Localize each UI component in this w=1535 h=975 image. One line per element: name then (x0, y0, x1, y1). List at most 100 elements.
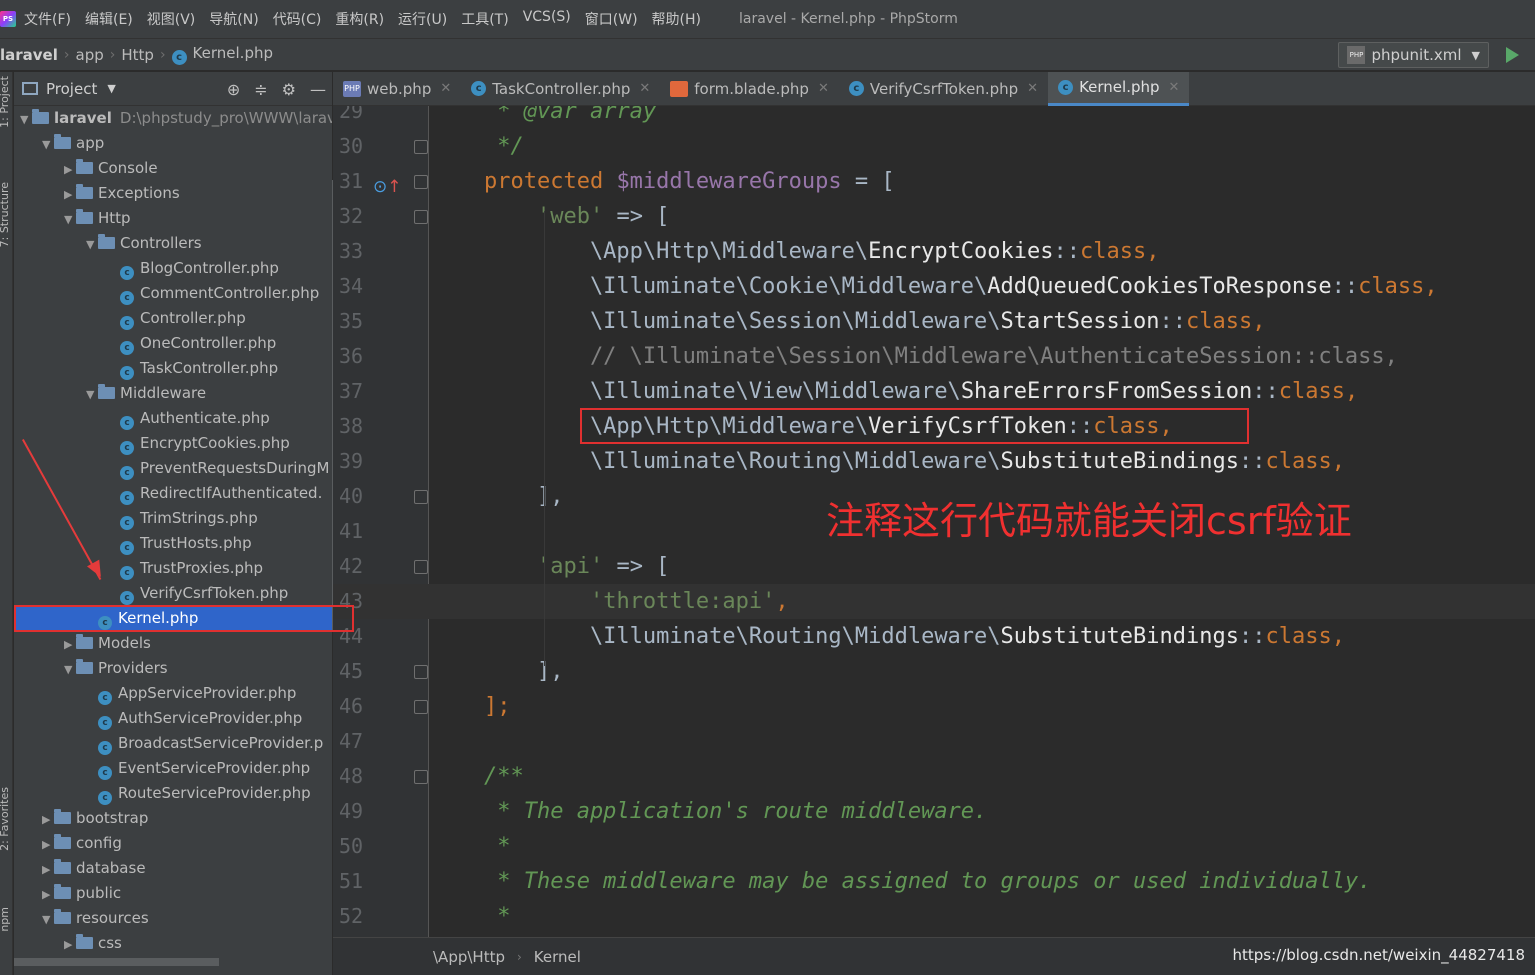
editor-tab[interactable]: PHP web.php ✕ (333, 72, 461, 106)
chevron-right-icon[interactable]: ▶ (64, 182, 76, 207)
breadcrumb-http[interactable]: Http (121, 46, 154, 64)
fold-marker-icon[interactable] (414, 140, 428, 154)
tree-file[interactable]: c TaskController.php (14, 356, 332, 381)
tree-folder[interactable]: ▶ database (14, 856, 332, 881)
tree-file[interactable]: c Controller.php (14, 306, 332, 331)
tree-file[interactable]: c RedirectIfAuthenticated. (14, 481, 332, 506)
tree-file[interactable]: c TrustProxies.php (14, 556, 332, 581)
fold-marker-icon[interactable] (414, 560, 428, 574)
chevron-right-icon[interactable]: ▶ (64, 632, 76, 657)
gear-icon[interactable]: ⚙ (282, 80, 296, 99)
menu-item[interactable]: 导航(N) (209, 9, 258, 29)
tree-file[interactable]: c OneController.php (14, 331, 332, 356)
tree-folder[interactable]: ▶ Models (14, 631, 332, 656)
tree-file[interactable]: c RouteServiceProvider.php (14, 781, 332, 806)
tree-folder[interactable]: ▼ Middleware (14, 381, 332, 406)
breadcrumb-file[interactable]: c Kernel.php (171, 44, 273, 65)
project-panel-title[interactable]: Project (46, 80, 97, 98)
chevron-right-icon[interactable]: ▶ (42, 857, 54, 882)
footer-crumb-namespace[interactable]: \App\Http (433, 948, 505, 966)
tree-file[interactable]: c AuthServiceProvider.php (14, 706, 332, 731)
close-icon[interactable]: ✕ (1169, 80, 1180, 95)
overrides-marker-icon[interactable]: ⊙↑ (373, 177, 402, 197)
tool-tab-structure[interactable]: 7: Structure (0, 182, 11, 247)
chevron-right-icon[interactable]: ▶ (42, 807, 54, 832)
chevron-down-icon[interactable]: ▼ (64, 207, 76, 232)
chevron-down-icon[interactable]: ▼ (42, 907, 54, 932)
tree-file[interactable]: c CommentController.php (14, 281, 332, 306)
menu-item[interactable]: 帮助(H) (652, 9, 701, 29)
footer-crumb-class[interactable]: Kernel (534, 948, 581, 966)
line-number: 34 (339, 274, 364, 298)
tree-folder[interactable]: ▶ public (14, 881, 332, 906)
menu-item[interactable]: 运行(U) (398, 9, 447, 29)
chevron-down-icon[interactable]: ▼ (42, 132, 54, 157)
fold-marker-icon[interactable] (414, 175, 428, 189)
tool-tab-npm[interactable]: npm (0, 907, 11, 932)
chevron-right-icon[interactable]: ▶ (64, 932, 76, 957)
chevron-right-icon[interactable]: ▶ (42, 882, 54, 907)
tree-root[interactable]: ▼ laravel D:\phpstudy_pro\WWW\larav (14, 106, 332, 131)
chevron-down-icon[interactable]: ▼ (86, 232, 98, 257)
close-icon[interactable]: ✕ (639, 81, 650, 96)
code-line: 43 'throttle:api', (333, 584, 1535, 619)
run-config-select[interactable]: PHP phpunit.xml ▼ (1338, 42, 1489, 68)
tree-folder[interactable]: ▶ Console (14, 156, 332, 181)
code-editor[interactable]: 29 * @var array 30 */31 protected $middle… (333, 106, 1535, 937)
chevron-down-icon[interactable]: ▼ (86, 382, 98, 407)
tree-folder[interactable]: ▼ app (14, 131, 332, 156)
close-icon[interactable]: ✕ (440, 81, 451, 96)
tree-folder[interactable]: ▼ Providers (14, 656, 332, 681)
editor-tab[interactable]: c Kernel.php ✕ (1048, 71, 1190, 106)
tree-file[interactable]: c TrustHosts.php (14, 531, 332, 556)
collapse-all-icon[interactable]: ≑ (254, 80, 267, 99)
menu-item[interactable]: VCS(S) (523, 9, 571, 29)
fold-marker-icon[interactable] (414, 490, 428, 504)
tree-file[interactable]: c EncryptCookies.php (14, 431, 332, 456)
tree-folder[interactable]: ▶ config (14, 831, 332, 856)
tree-file[interactable]: c BroadcastServiceProvider.p (14, 731, 332, 756)
chevron-down-icon[interactable]: ▼ (64, 657, 76, 682)
fold-marker-icon[interactable] (414, 665, 428, 679)
tool-tab-favorites[interactable]: 2: Favorites (0, 787, 11, 851)
fold-marker-icon[interactable] (414, 210, 428, 224)
menu-item[interactable]: 文件(F) (24, 9, 71, 29)
tree-folder[interactable]: ▶ css (14, 931, 332, 956)
editor-tab[interactable]: c TaskController.php ✕ (461, 72, 660, 106)
fold-marker-icon[interactable] (414, 700, 428, 714)
tree-folder[interactable]: ▶ bootstrap (14, 806, 332, 831)
tree-folder[interactable]: ▼ resources (14, 906, 332, 931)
tree-file[interactable]: c Authenticate.php (14, 406, 332, 431)
menu-item[interactable]: 工具(T) (461, 9, 508, 29)
tree-file[interactable]: c AppServiceProvider.php (14, 681, 332, 706)
chevron-down-icon[interactable]: ▼ (107, 82, 115, 95)
menu-item[interactable]: 窗口(W) (585, 9, 638, 29)
tree-folder[interactable]: ▼ Http (14, 206, 332, 231)
close-icon[interactable]: ✕ (818, 81, 829, 96)
editor-tab[interactable]: c VerifyCsrfToken.php ✕ (839, 72, 1048, 106)
breadcrumb-app[interactable]: app (76, 46, 104, 64)
fold-marker-icon[interactable] (414, 770, 428, 784)
tree-folder[interactable]: ▼ Controllers (14, 231, 332, 256)
run-play-icon[interactable] (1506, 47, 1519, 63)
tree-file[interactable]: c PreventRequestsDuringM (14, 456, 332, 481)
locate-target-icon[interactable]: ⊕ (227, 80, 240, 99)
tool-tab-project[interactable]: 1: Project (0, 76, 11, 128)
line-number: 46 (339, 694, 364, 718)
tree-file[interactable]: c VerifyCsrfToken.php (14, 581, 332, 606)
project-hscrollbar[interactable] (14, 958, 219, 966)
editor-tab[interactable]: form.blade.php ✕ (660, 72, 839, 106)
minimize-icon[interactable]: — (310, 80, 326, 99)
menu-item[interactable]: 编辑(E) (85, 9, 133, 29)
code-line: 45 ], (333, 654, 1535, 689)
chevron-right-icon[interactable]: ▶ (42, 832, 54, 857)
tree-file[interactable]: c EventServiceProvider.php (14, 756, 332, 781)
breadcrumb-project[interactable]: laravel (0, 46, 58, 64)
menu-item[interactable]: 代码(C) (273, 9, 322, 29)
chevron-right-icon[interactable]: ▶ (64, 157, 76, 182)
tree-file[interactable]: c BlogController.php (14, 256, 332, 281)
menu-item[interactable]: 重构(R) (335, 9, 384, 29)
close-icon[interactable]: ✕ (1027, 81, 1038, 96)
menu-item[interactable]: 视图(V) (147, 9, 196, 29)
tree-folder[interactable]: ▶ Exceptions (14, 181, 332, 206)
